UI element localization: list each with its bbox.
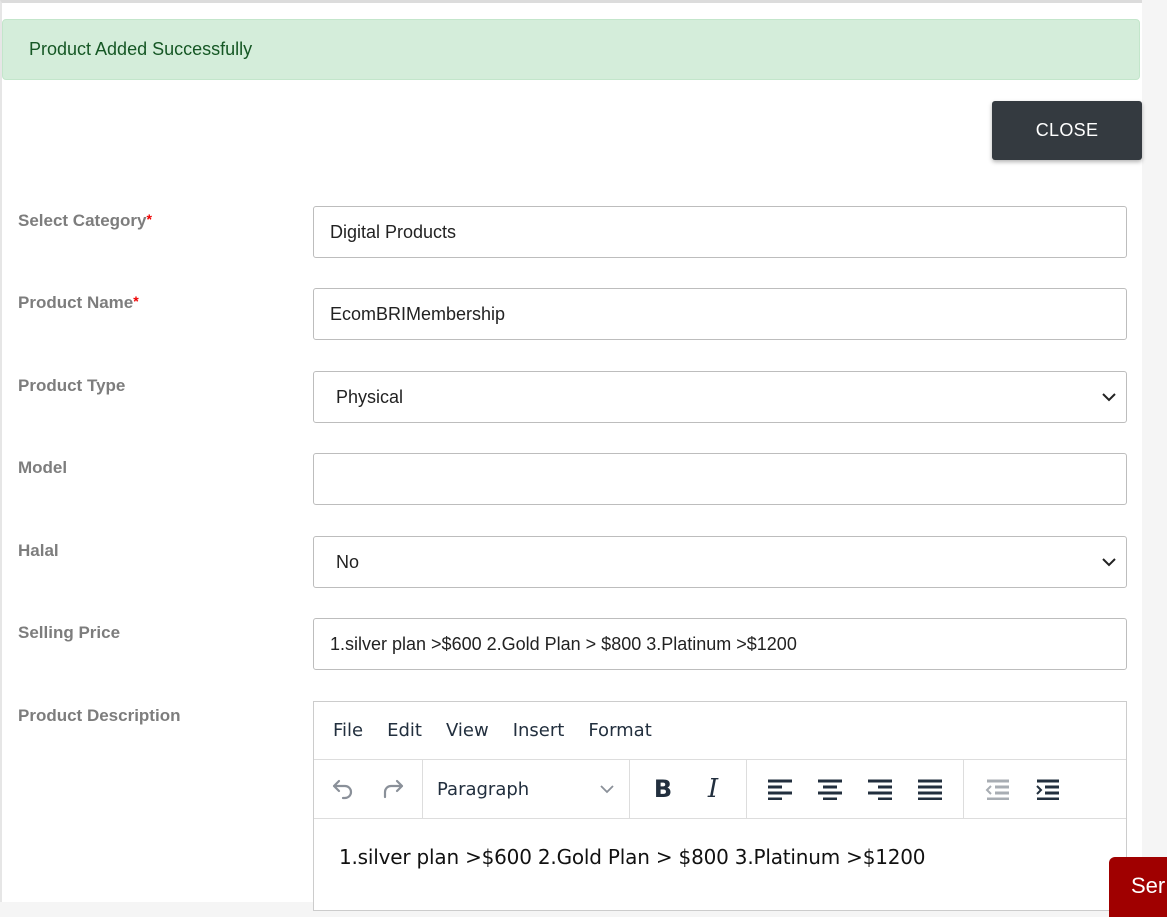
justify-button[interactable]	[905, 769, 955, 809]
send-button[interactable]: Ser	[1109, 857, 1167, 917]
editor-toolbar: Paragraph B I	[314, 760, 1126, 819]
editor-content[interactable]: 1.silver plan >$600 2.Gold Plan > $800 3…	[314, 819, 1126, 869]
redo-icon	[383, 779, 404, 799]
undo-icon	[332, 779, 353, 800]
chevron-down-icon	[600, 785, 614, 794]
menu-insert[interactable]: Insert	[513, 720, 565, 741]
category-input[interactable]: Digital Products	[313, 206, 1127, 258]
italic-icon: I	[707, 774, 719, 804]
success-alert: Product Added Successfully	[2, 19, 1140, 80]
product-name-label-text: Product Name	[18, 293, 134, 312]
selling-price-label: Selling Price	[18, 623, 121, 642]
category-value: Digital Products	[330, 222, 457, 242]
align-left-icon	[768, 779, 792, 800]
align-left-button[interactable]	[755, 769, 805, 809]
required-mark: *	[133, 293, 139, 309]
menu-view[interactable]: View	[446, 720, 489, 741]
indent-button[interactable]	[1022, 769, 1072, 809]
category-label: Select Category*	[18, 211, 152, 231]
rich-text-editor: File Edit View Insert Format Paragraph B…	[313, 701, 1127, 911]
menu-format[interactable]: Format	[588, 720, 651, 741]
outdent-icon	[985, 779, 1009, 800]
product-name-input[interactable]: EcomBRIMembership	[313, 288, 1127, 340]
history-group	[314, 760, 423, 818]
product-type-label: Product Type	[18, 376, 126, 395]
chevron-down-icon	[1102, 393, 1116, 402]
selling-price-value: 1.silver plan >$600 2.Gold Plan > $800 3…	[330, 634, 797, 654]
product-description-label: Product Description	[18, 706, 181, 725]
outdent-button[interactable]	[972, 769, 1022, 809]
align-justify-icon	[918, 779, 942, 800]
editor-content-text: 1.silver plan >$600 2.Gold Plan > $800 3…	[339, 845, 926, 869]
align-right-icon	[868, 779, 892, 800]
menu-edit[interactable]: Edit	[387, 720, 422, 741]
halal-label: Halal	[18, 541, 59, 560]
align-center-icon	[818, 779, 842, 800]
halal-value: No	[336, 552, 360, 572]
editor-menubar: File Edit View Insert Format	[314, 702, 1126, 760]
product-type-value: Physical	[336, 387, 404, 407]
required-mark: *	[146, 211, 152, 227]
scrollbar-track[interactable]	[1142, 0, 1167, 902]
italic-button[interactable]: I	[688, 769, 738, 809]
product-name-value: EcomBRIMembership	[330, 304, 506, 324]
category-label-text: Select Category	[18, 211, 147, 230]
block-format-value: Paragraph	[437, 778, 530, 800]
model-label: Model	[18, 458, 68, 477]
product-type-select[interactable]: Physical	[313, 371, 1127, 423]
model-input[interactable]	[313, 453, 1127, 505]
alert-message: Product Added Successfully	[29, 39, 253, 59]
formatting-group: B I	[630, 760, 747, 818]
align-right-button[interactable]	[855, 769, 905, 809]
alignment-group	[747, 760, 964, 818]
halal-select[interactable]: No	[313, 536, 1127, 588]
selling-price-input[interactable]: 1.silver plan >$600 2.Gold Plan > $800 3…	[313, 618, 1127, 670]
bold-button[interactable]: B	[638, 769, 688, 809]
close-button[interactable]: CLOSE	[992, 101, 1142, 160]
chevron-down-icon	[1102, 558, 1116, 567]
menu-file[interactable]: File	[333, 720, 363, 741]
indent-group	[964, 760, 1080, 818]
redo-button[interactable]	[368, 769, 418, 809]
align-center-button[interactable]	[805, 769, 855, 809]
bold-icon: B	[653, 775, 673, 803]
product-name-label: Product Name*	[18, 293, 139, 313]
undo-button[interactable]	[318, 769, 368, 809]
block-format-select[interactable]: Paragraph	[431, 779, 621, 800]
block-format-group: Paragraph	[423, 760, 630, 818]
indent-icon	[1036, 779, 1059, 800]
